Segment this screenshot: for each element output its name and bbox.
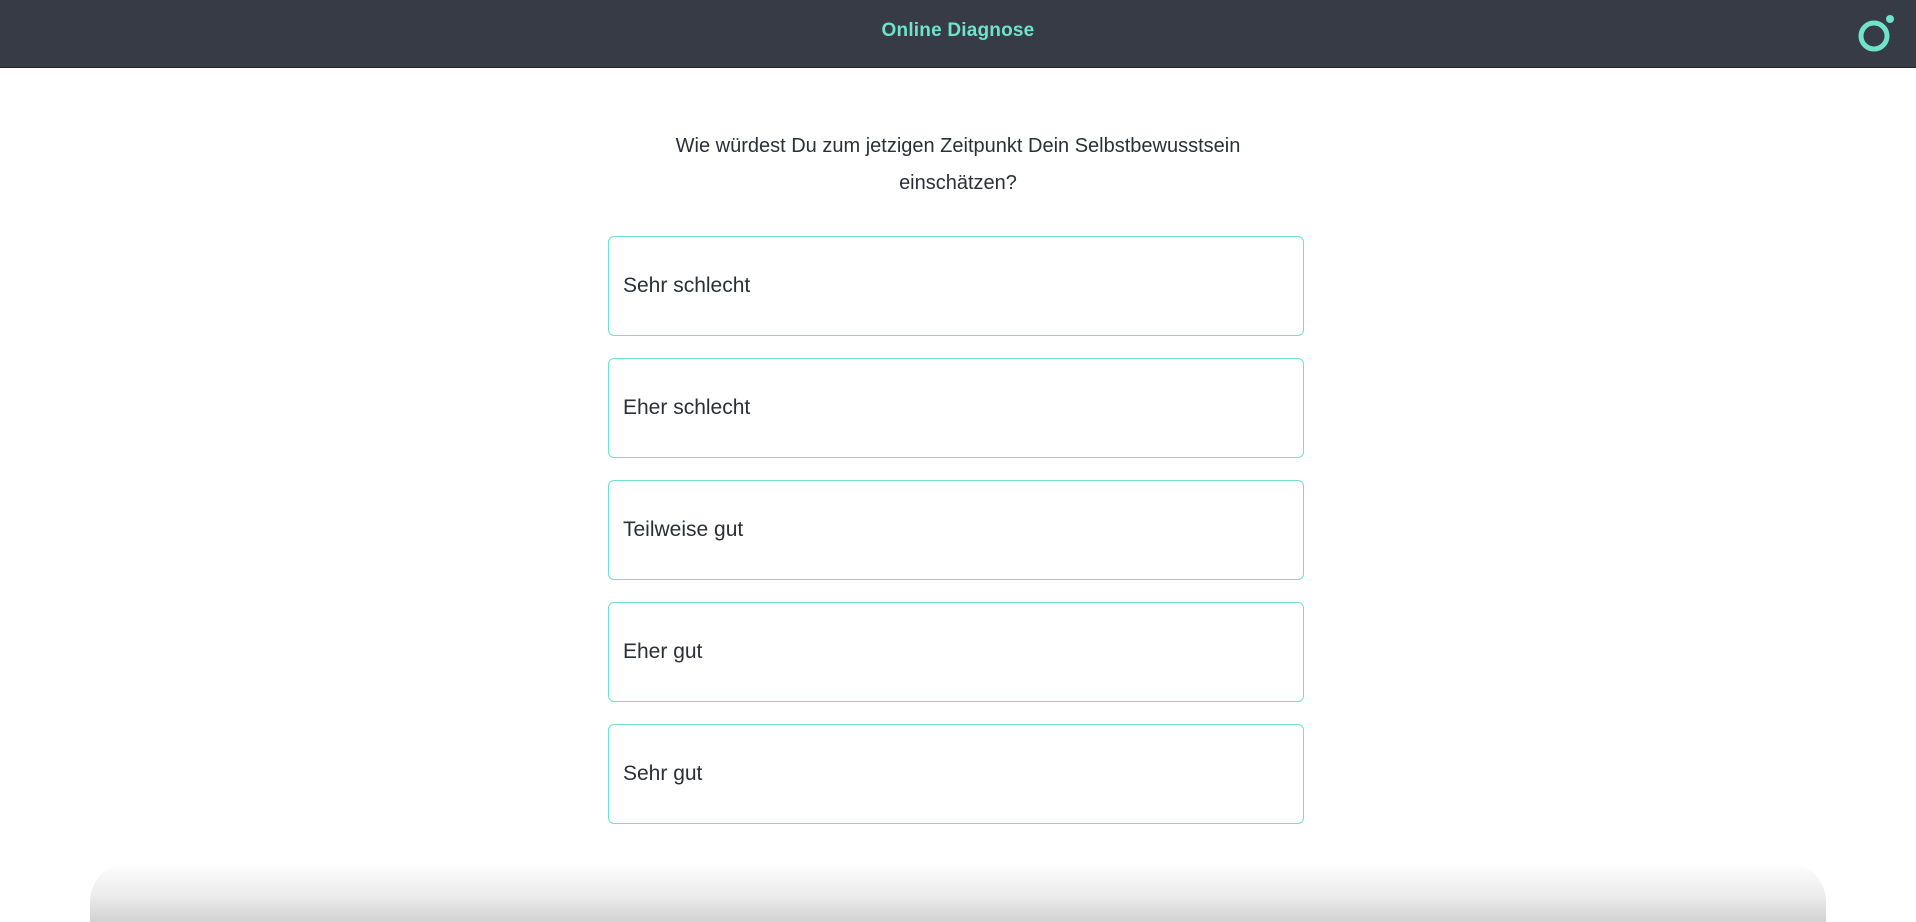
option-label: Eher schlecht	[623, 396, 751, 419]
option-sehr-gut[interactable]: Sehr gut	[608, 724, 1304, 824]
option-eher-schlecht[interactable]: Eher schlecht	[608, 358, 1304, 458]
option-label: Eher gut	[623, 640, 703, 663]
option-label: Sehr gut	[623, 762, 703, 785]
header-bar: Online Diagnose	[0, 0, 1916, 68]
question-text: Wie würdest Du zum jetzigen Zeitpunkt De…	[0, 128, 1916, 202]
option-teilweise-gut[interactable]: Teilweise gut	[608, 480, 1304, 580]
page-title: Online Diagnose	[881, 20, 1035, 41]
ring-dot-logo-icon[interactable]	[1856, 14, 1896, 54]
answer-options: Sehr schlecht Eher schlecht Teilweise gu…	[608, 236, 1304, 846]
bottom-panel-shadow	[90, 862, 1826, 922]
option-sehr-schlecht[interactable]: Sehr schlecht	[608, 236, 1304, 336]
question-line-1: Wie würdest Du zum jetzigen Zeitpunkt De…	[675, 135, 1241, 157]
question-line-2: einschätzen?	[899, 172, 1017, 194]
option-eher-gut[interactable]: Eher gut	[608, 602, 1304, 702]
option-label: Sehr schlecht	[623, 274, 751, 297]
option-label: Teilweise gut	[623, 518, 744, 541]
